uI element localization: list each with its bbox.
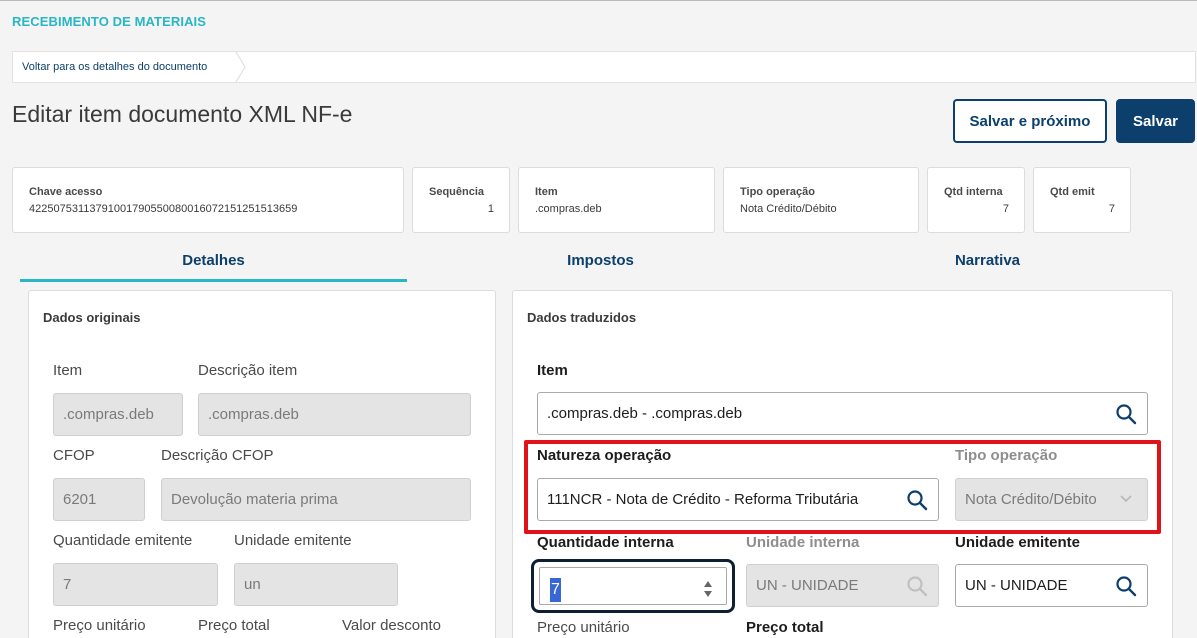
original-item-field: .compras.deb — [53, 393, 183, 436]
summary-card-tipo-operacao: Tipo operação Nota Crédito/Débito — [723, 167, 919, 233]
original-data-panel: Dados originais Item .compras.deb Descri… — [28, 290, 496, 638]
summary-label: Qtd interna — [944, 186, 1003, 198]
internal-unit-field: UN - UNIDADE — [746, 564, 939, 607]
page-title: Editar item documento XML NF-e — [12, 101, 353, 127]
summary-label: Qtd emit — [1050, 186, 1095, 198]
tab-impostos[interactable]: Impostos — [407, 240, 794, 282]
original-cfop-label: CFOP — [53, 447, 95, 464]
search-icon[interactable] — [906, 489, 928, 511]
search-icon[interactable] — [1115, 575, 1137, 597]
search-icon[interactable] — [1115, 403, 1137, 425]
nature-operation-value: 111NCR - Nota de Crédito - Reforma Tribu… — [547, 491, 859, 508]
summary-label: Tipo operação — [740, 186, 815, 198]
save-next-button[interactable]: Salvar e próximo — [953, 99, 1107, 143]
original-desc-item-field: .compras.deb — [198, 393, 471, 436]
summary-value: 7 — [1108, 203, 1115, 215]
panel-title: Dados originais — [43, 310, 141, 325]
stepper-up-icon[interactable] — [703, 580, 713, 588]
original-unit-field: un — [234, 563, 398, 606]
stepper-down-icon[interactable] — [703, 590, 713, 598]
tab-detalhes[interactable]: Detalhes — [20, 240, 407, 282]
operation-type-label: Tipo operação — [955, 447, 1058, 464]
operation-type-value: Nota Crédito/Débito — [965, 491, 1097, 508]
nature-operation-field[interactable]: 111NCR - Nota de Crédito - Reforma Tribu… — [537, 478, 939, 521]
original-qty-field: 7 — [53, 563, 218, 606]
emit-unit-label: Unidade emitente — [955, 534, 1081, 551]
summary-value: .compras.deb — [535, 203, 602, 215]
original-desc-item-label: Descrição item — [198, 362, 298, 379]
original-desc-cfop-field: Devolução materia prima — [161, 478, 471, 521]
breadcrumb-separator-icon — [235, 52, 246, 82]
summary-value: 7 — [1002, 203, 1009, 215]
summary-card-sequencia: Sequência 1 — [412, 167, 510, 233]
top-divider — [0, 0, 1197, 1]
translated-item-label: Item — [537, 362, 568, 379]
summary-card-item: Item .compras.deb — [518, 167, 715, 233]
breadcrumb: Voltar para os detalhes do documento — [12, 51, 1196, 83]
search-icon — [907, 576, 928, 597]
original-qty-label: Quantidade emitente — [53, 532, 193, 549]
summary-label: Item — [535, 186, 558, 198]
summary-label: Sequência — [429, 186, 485, 198]
original-total-price-label: Preço total — [198, 617, 270, 634]
original-item-label: Item — [53, 362, 83, 379]
summary-label: Chave acesso — [29, 186, 103, 198]
original-cfop-field: 6201 — [53, 478, 145, 521]
original-desc-cfop-label: Descrição CFOP — [161, 447, 274, 464]
save-button[interactable]: Salvar — [1116, 99, 1195, 143]
original-unit-label: Unidade emitente — [234, 532, 352, 549]
translated-item-value: .compras.deb - .compras.deb — [547, 405, 743, 422]
internal-qty-input[interactable]: 7 — [539, 567, 727, 605]
emit-unit-value: UN - UNIDADE — [965, 577, 1068, 594]
summary-card-chave-acesso: Chave acesso 422507531137910017905500800… — [12, 167, 404, 233]
internal-qty-value: 7 — [550, 578, 561, 602]
original-discount-label: Valor desconto — [342, 617, 441, 634]
translated-total-price-label: Preço total — [746, 619, 824, 636]
tab-narrativa[interactable]: Narrativa — [794, 240, 1181, 282]
chevron-down-icon — [1120, 495, 1132, 503]
internal-unit-value: UN - UNIDADE — [756, 577, 859, 594]
tab-bar: Detalhes Impostos Narrativa — [20, 240, 1187, 282]
translated-item-field[interactable]: .compras.deb - .compras.deb — [537, 392, 1148, 435]
summary-card-qtd-emit: Qtd emit 7 — [1033, 167, 1131, 233]
summary-value: Nota Crédito/Débito — [740, 203, 837, 215]
summary-value: 4225075311379100179055008001607215125151… — [29, 203, 298, 215]
summary-value: 1 — [487, 203, 494, 215]
internal-qty-focus-ring: 7 — [531, 559, 735, 613]
module-title: RECEBIMENTO DE MATERIAIS — [12, 14, 207, 29]
original-unit-price-label: Preço unitário — [53, 617, 146, 634]
internal-qty-label: Quantidade interna — [537, 534, 674, 551]
nature-operation-label: Natureza operação — [537, 447, 672, 464]
breadcrumb-back-link[interactable]: Voltar para os detalhes do documento — [22, 61, 207, 73]
quantity-stepper[interactable] — [703, 580, 713, 598]
panel-title: Dados traduzidos — [527, 310, 637, 325]
operation-type-select: Nota Crédito/Débito — [955, 478, 1148, 521]
summary-card-qtd-interna: Qtd interna 7 — [927, 167, 1025, 233]
internal-unit-label: Unidade interna — [746, 534, 860, 551]
translated-unit-price-label: Preço unitário — [537, 619, 630, 636]
emit-unit-field[interactable]: UN - UNIDADE — [955, 564, 1148, 607]
